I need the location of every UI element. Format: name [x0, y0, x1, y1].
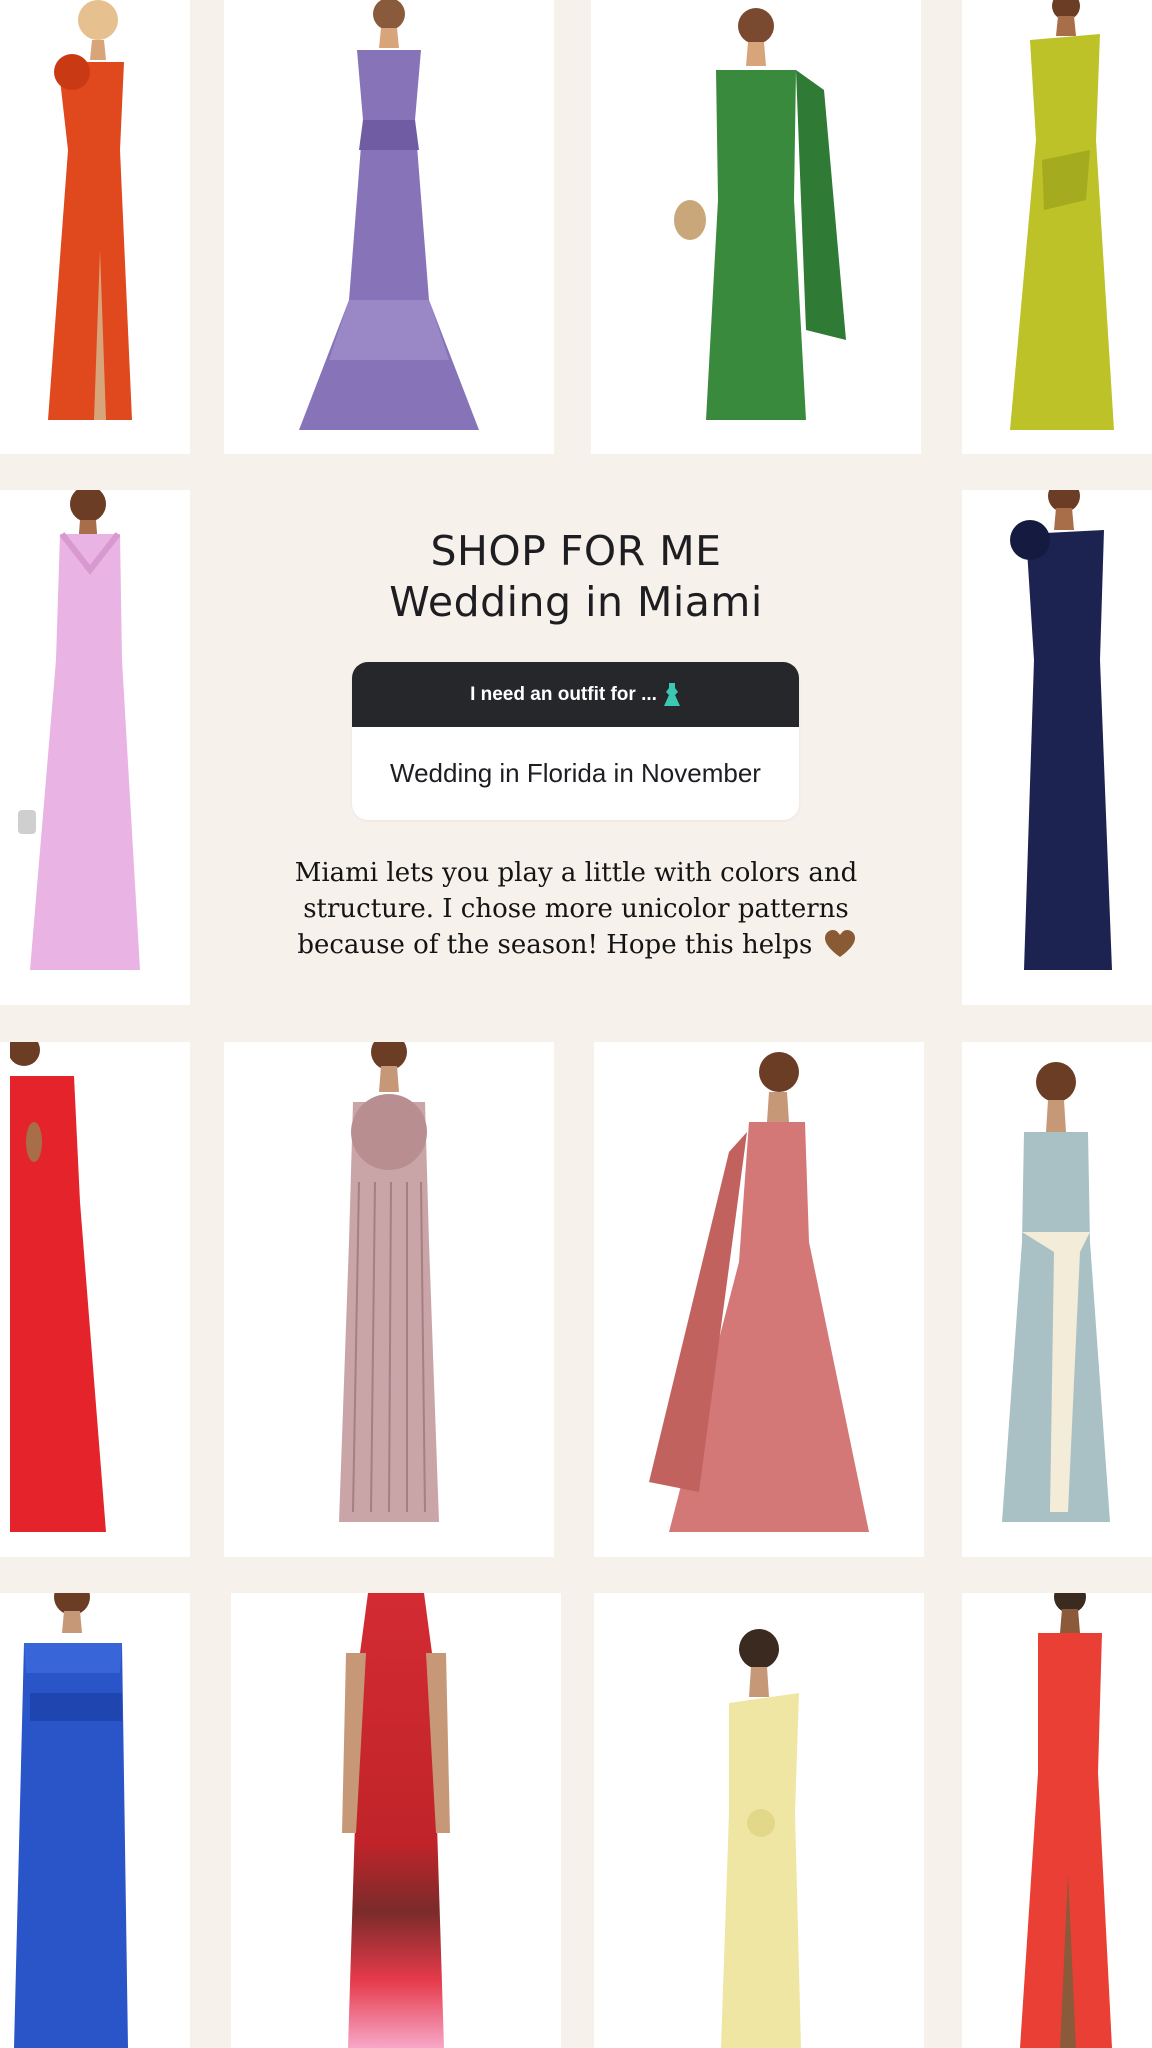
product-image-blue-strapless-belted-gown[interactable] [0, 1593, 190, 2048]
product-image-red-ombre-mockneck-gown[interactable] [231, 1593, 561, 2048]
gown-figure [342, 1593, 450, 2048]
product-image-mauve-pleated-flower-gown[interactable] [224, 1042, 554, 1557]
product-image-sage-sash-halter-gown[interactable] [962, 1042, 1152, 1557]
product-image-rose-satin-drape-gown[interactable] [594, 1042, 924, 1557]
prompt-question: I need an outfit for ... [470, 683, 657, 705]
gown-figure [1010, 0, 1114, 430]
gown-figure [721, 1629, 801, 2048]
gown-figure [299, 0, 479, 430]
gown-figure [1020, 1593, 1112, 2048]
prompt-card[interactable]: I need an outfit for ... Wedding in Flor… [352, 662, 799, 820]
gown-figure [339, 1042, 439, 1522]
brown-heart-icon [824, 930, 855, 957]
product-image-red-cutout-gown[interactable] [0, 1042, 190, 1557]
page-subtitle: Wedding in Miami [389, 578, 763, 626]
gown-figure [649, 1052, 869, 1532]
caption-text: Miami lets you play a little with colors… [288, 855, 864, 963]
gown-figure [14, 1593, 128, 2048]
caption-body: Miami lets you play a little with colors… [294, 858, 858, 960]
product-image-chartreuse-one-shoulder-gown[interactable] [962, 0, 1152, 454]
product-image-green-satin-cape-gown[interactable] [591, 0, 921, 454]
gown-figure [48, 0, 132, 420]
prompt-question-bar: I need an outfit for ... [352, 662, 799, 727]
product-image-coral-halter-slit-gown[interactable] [962, 1593, 1152, 2048]
product-image-butter-yellow-draped-gown[interactable] [594, 1593, 924, 2048]
gown-figure [1002, 1062, 1110, 1522]
prompt-answer: Wedding in Florida in November [390, 758, 761, 788]
product-image-purple-floral-halter-gown[interactable] [224, 0, 554, 454]
gown-figure [10, 1042, 106, 1532]
dress-icon [663, 682, 680, 706]
product-image-orange-one-shoulder-gown[interactable] [0, 0, 190, 454]
page-title: SHOP FOR ME [430, 527, 722, 575]
gown-figure [674, 8, 846, 420]
